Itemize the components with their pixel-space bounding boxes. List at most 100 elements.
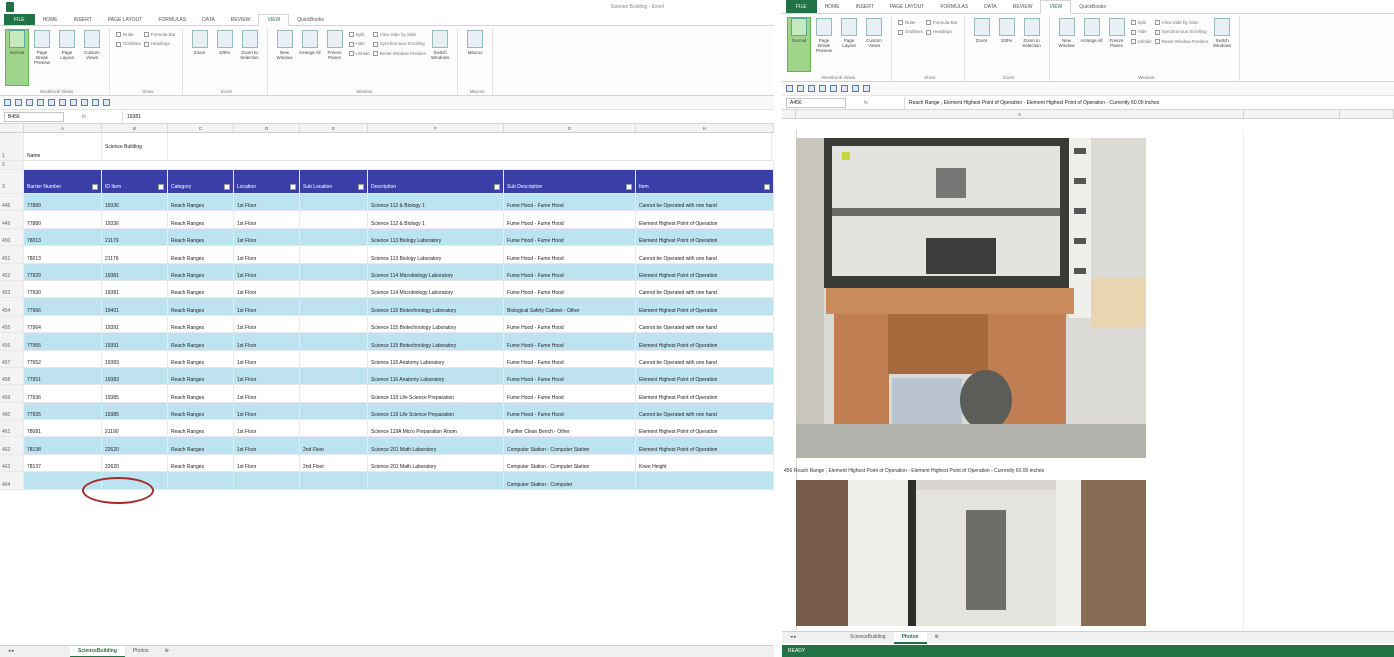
row-number[interactable]: 455 <box>0 315 24 333</box>
blank-cells[interactable] <box>168 133 772 160</box>
sort-icon[interactable] <box>81 99 88 106</box>
row-number[interactable]: 1 <box>0 133 24 160</box>
formula-input[interactable]: 19381 <box>122 110 774 123</box>
cell-h[interactable]: Element Highest Point of Operation <box>636 385 774 402</box>
cell-g[interactable]: Computer Station - Computer Station <box>504 454 636 472</box>
col-c[interactable]: C <box>168 124 234 132</box>
cell-f[interactable]: Science 201 Math Laboratory <box>368 454 504 472</box>
header-cell[interactable]: Barrier Number <box>24 170 102 193</box>
formula-bar-checkbox[interactable]: Formula Bar <box>925 20 958 26</box>
row-number[interactable]: 3 <box>0 170 24 193</box>
custom-views-button[interactable]: Custom Views <box>863 18 885 71</box>
headings-checkbox[interactable]: Headings <box>925 29 958 35</box>
cell-a[interactable]: 77935 <box>24 402 102 420</box>
cell-e[interactable] <box>300 211 368 228</box>
cell-g[interactable]: Fume Hood - Fume Hood <box>504 246 636 263</box>
col-g[interactable]: G <box>504 124 636 132</box>
fume-hood-photo-2[interactable] <box>796 480 1146 626</box>
cell-c[interactable]: Reach Ranges <box>168 385 234 402</box>
sheet-tab-photos[interactable]: Photos <box>125 646 157 657</box>
zoom-button[interactable]: Zoom <box>971 18 993 71</box>
cell-g[interactable]: Computer Station - Computer <box>504 472 636 489</box>
page-break-preview-button[interactable]: Page Break Preview <box>31 30 53 85</box>
cell-f[interactable]: Science 113 Biology Laboratory <box>368 228 504 246</box>
freeze-panes-button[interactable]: Freeze Panes <box>324 30 346 85</box>
cell-e[interactable] <box>300 367 368 385</box>
tab-data[interactable]: DATA <box>976 0 1005 13</box>
header-cell[interactable]: Category <box>168 170 234 193</box>
cell-a[interactable]: 77965 <box>24 333 102 350</box>
col-b[interactable]: B <box>102 124 168 132</box>
cell-a[interactable]: 78138 <box>24 437 102 454</box>
cell-g[interactable]: Fume Hood - Fume Hood <box>504 402 636 420</box>
cell-e[interactable] <box>300 194 368 211</box>
new-window-button[interactable]: New Window <box>274 30 296 85</box>
name-box[interactable]: A456 <box>786 97 846 108</box>
zoom-100-button[interactable]: 100% <box>996 18 1018 71</box>
cell-e[interactable] <box>300 420 368 437</box>
cell-d[interactable]: 1st Floor <box>234 420 300 437</box>
cell-c[interactable]: Reach Ranges <box>168 263 234 280</box>
cell-c[interactable]: Reach Ranges <box>168 333 234 350</box>
cell-a[interactable]: 77880 <box>24 211 102 228</box>
row-number[interactable]: 456 <box>0 333 24 350</box>
hide-button[interactable]: Hide <box>348 41 370 47</box>
cell-a[interactable]: 77951 <box>24 367 102 385</box>
row-number[interactable]: 460 <box>0 402 24 420</box>
gridlines-checkbox[interactable]: Gridlines <box>116 41 141 47</box>
cell-h[interactable]: Element Highest Point of Operation <box>636 437 774 454</box>
cell-b[interactable]: 19383 <box>102 350 168 367</box>
tab-home[interactable]: HOME <box>817 0 848 13</box>
tab-file[interactable]: FILE <box>786 0 817 13</box>
cell-a[interactable]: 77964 <box>24 315 102 333</box>
cell-h[interactable]: Cannot be Operated with one hand <box>636 246 774 263</box>
tab-review[interactable]: REVIEW <box>223 14 259 25</box>
cell-d[interactable]: 1st Floor <box>234 194 300 211</box>
cell-h[interactable]: Element Highest Point of Operation <box>636 367 774 385</box>
header-cell[interactable]: Location <box>234 170 300 193</box>
cell-f[interactable]: Science 119 Life Science Preparation <box>368 402 504 420</box>
select-all[interactable] <box>782 110 796 118</box>
cell-d[interactable]: 1st Floor <box>234 315 300 333</box>
tab-insert[interactable]: INSERT <box>848 0 882 13</box>
header-cell[interactable]: Description <box>368 170 504 193</box>
cell-f[interactable]: Science 112 & Biology 1 <box>368 211 504 228</box>
cell-h[interactable]: Element Highest Point of Operation <box>636 263 774 280</box>
cell-f[interactable]: Science 112 & Biology 1 <box>368 194 504 211</box>
cell-h[interactable]: Element Highest Point of Operation <box>636 228 774 246</box>
split-button[interactable]: Split <box>348 32 370 38</box>
photo-caption[interactable]: 456 Reach Range , Element Highest Point … <box>784 468 1044 474</box>
sheet-tab-sciencebuilding[interactable]: ScienceBuilding <box>70 645 125 657</box>
cell-e[interactable] <box>300 385 368 402</box>
cell-e[interactable] <box>300 263 368 280</box>
cell-f[interactable]: Science 201 Math Laboratory <box>368 437 504 454</box>
cell-d[interactable]: 1st Floor <box>234 385 300 402</box>
cell-a[interactable]: 77889 <box>24 194 102 211</box>
side-by-side-button[interactable]: View Side by Side <box>372 32 426 38</box>
cell-h[interactable]: Element Highest Point of Operation <box>636 298 774 315</box>
cell-e[interactable] <box>300 298 368 315</box>
cell-e[interactable]: 2nd Floor <box>300 454 368 472</box>
cell-e[interactable] <box>300 228 368 246</box>
tab-insert[interactable]: INSERT <box>66 14 100 25</box>
cell-g[interactable]: Fume Hood - Fume Hood <box>504 333 636 350</box>
cell-g[interactable]: Biological Safety Cabinet - Other <box>504 298 636 315</box>
cell-a[interactable]: 77952 <box>24 350 102 367</box>
add-sheet-icon[interactable]: ⊕ <box>156 646 176 657</box>
cell-c[interactable]: Reach Ranges <box>168 194 234 211</box>
cell-d[interactable]: 1st Floor <box>234 333 300 350</box>
macros-button[interactable]: Macros <box>464 30 486 85</box>
col-a[interactable]: A <box>24 124 102 132</box>
cell-b[interactable]: 19381 <box>102 263 168 280</box>
save-as-icon[interactable] <box>15 99 22 106</box>
cell-h[interactable]: Cannot be Operated with one hand <box>636 280 774 298</box>
zoom-selection-button[interactable]: Zoom to Selection <box>239 30 261 85</box>
headings-checkbox[interactable]: Headings <box>143 41 176 47</box>
col-a[interactable]: A <box>796 110 1244 118</box>
formula-input[interactable]: Reach Range , Element Highest Point of O… <box>904 96 1394 109</box>
filter-icon[interactable] <box>103 99 110 106</box>
cell-d[interactable]: 1st Floor <box>234 246 300 263</box>
col-c[interactable] <box>1340 110 1394 118</box>
name-value[interactable]: Science Building <box>102 133 168 160</box>
cell-g[interactable]: Fume Hood - Fume Hood <box>504 194 636 211</box>
